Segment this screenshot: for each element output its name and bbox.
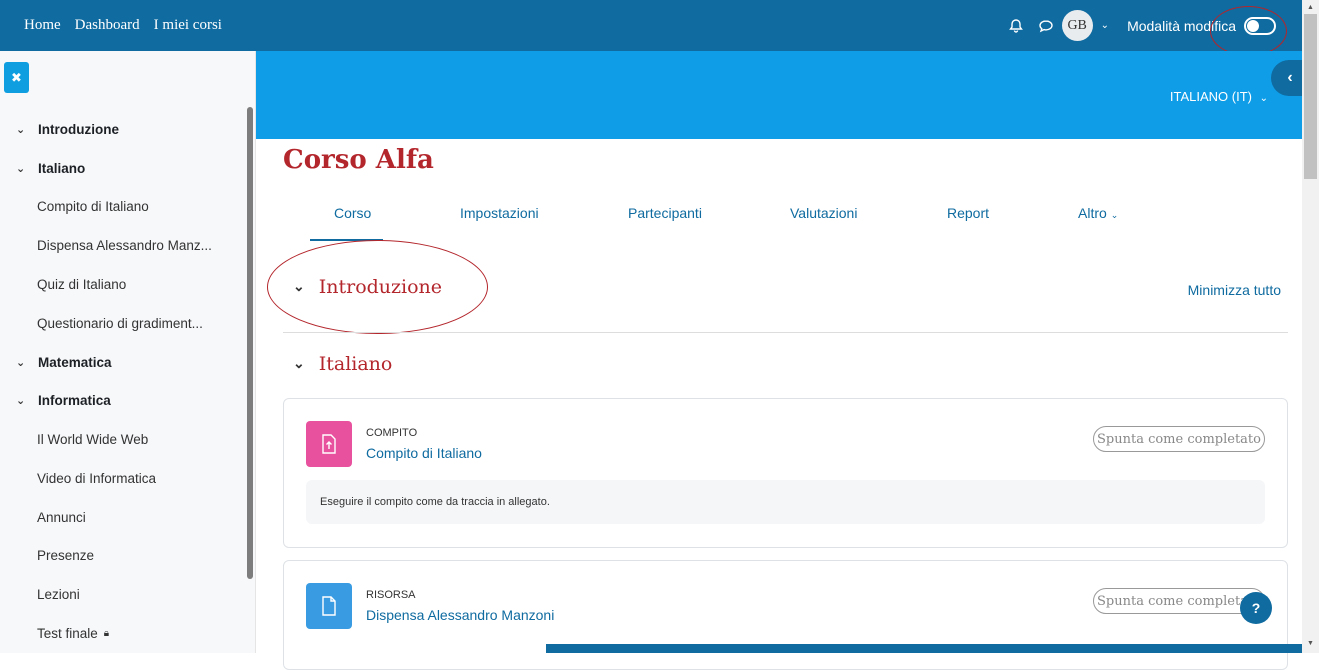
chevron-down-icon[interactable]: ⌄ (16, 394, 30, 407)
help-button[interactable]: ? (1240, 592, 1272, 624)
section-divider (283, 332, 1288, 333)
language-menu[interactable]: ITALIANO (IT) ⌄ (1170, 89, 1268, 104)
activity-link[interactable]: Compito di Italiano (366, 445, 482, 461)
sidebar-scrollbar[interactable] (247, 107, 253, 579)
sidebar-item-quiz[interactable]: Quiz di Italiano (37, 274, 126, 294)
sidebar-section-matematica[interactable]: ⌄ Matematica (16, 352, 112, 372)
nav-my-courses-link[interactable]: I miei corsi (154, 17, 222, 34)
sidebar-item-label: Compito di Italiano (37, 198, 149, 214)
activity-type: RISORSA (366, 589, 416, 601)
chevron-left-icon: ‹ (1287, 69, 1293, 86)
annotation-circle (1210, 6, 1287, 56)
tab-partecipanti[interactable]: Partecipanti (628, 205, 702, 221)
sidebar-item-www[interactable]: Il World Wide Web (37, 429, 148, 449)
sidebar-item-annunci[interactable]: Annunci (37, 507, 86, 527)
sidebar-item-dispensa[interactable]: Dispensa Alessandro Manz... (37, 235, 212, 255)
sidebar-item-presenze[interactable]: Presenze (37, 545, 94, 565)
scroll-up-icon[interactable]: ▲ (1307, 4, 1314, 11)
chevron-down-icon[interactable]: ⌄ (293, 356, 305, 372)
tab-altro[interactable]: Altro ⌄ (1078, 205, 1118, 221)
chevron-down-icon[interactable]: ⌄ (16, 123, 30, 136)
lock-icon: 🔒︎ (103, 627, 110, 639)
sidebar-item-label: Informatica (38, 392, 111, 408)
sidebar-item-test-finale[interactable]: Test finale 🔒︎ (37, 623, 109, 643)
activity-type: COMPITO (366, 427, 418, 439)
sidebar-item-label: Video di Informatica (37, 470, 157, 486)
avatar[interactable]: GB (1061, 10, 1093, 41)
chevron-down-icon: ⌄ (1259, 93, 1268, 104)
page-title: Corso Alfa (283, 145, 434, 175)
activity-description: Eseguire il compito come da traccia in a… (306, 480, 1265, 524)
tab-altro-label: Altro (1078, 205, 1107, 221)
chat-icon[interactable] (1038, 18, 1054, 34)
activity-card: RISORSA Dispensa Alessandro Manzoni Spun… (283, 560, 1288, 670)
annotation-circle (267, 240, 488, 334)
chevron-down-icon[interactable]: ⌄ (16, 356, 30, 369)
section-title: Italiano (318, 353, 393, 375)
secondary-navigation: Corso Impostazioni Partecipanti Valutazi… (256, 205, 1302, 241)
scroll-down-icon[interactable]: ▼ (1307, 640, 1314, 647)
course-index-drawer: ✖ ⌄ Introduzione ⌄ Italiano Compito di I… (0, 51, 256, 653)
close-icon: ✖ (11, 69, 22, 85)
description-text: Eseguire il compito come da traccia in a… (320, 496, 550, 508)
tab-valutazioni[interactable]: Valutazioni (790, 205, 857, 221)
file-icon[interactable] (306, 583, 352, 629)
sidebar-section-introduzione[interactable]: ⌄ Introduzione (16, 119, 119, 139)
sidebar-section-italiano[interactable]: ⌄ Italiano (16, 158, 85, 178)
sidebar-item-label: Lezioni (37, 586, 80, 602)
mark-complete-button[interactable]: Spunta come completato (1093, 426, 1265, 452)
tab-corso[interactable]: Corso (334, 205, 371, 221)
chevron-down-icon[interactable]: ⌄ (16, 162, 30, 175)
language-label: ITALIANO (IT) (1169, 89, 1252, 104)
footer-bar (546, 644, 1302, 653)
sidebar-item-label: Dispensa Alessandro Manz... (37, 237, 212, 253)
course-header-banner: ITALIANO (IT) ⌄ (256, 51, 1302, 139)
sidebar-section-informatica[interactable]: ⌄ Informatica (16, 390, 111, 410)
sidebar-item-label: Italiano (38, 160, 86, 176)
nav-home-link[interactable]: Home (24, 17, 61, 34)
bell-icon[interactable] (1008, 18, 1024, 34)
sidebar-item-label: Il World Wide Web (37, 431, 149, 447)
sidebar-item-label: Presenze (37, 547, 95, 563)
tab-report[interactable]: Report (947, 205, 989, 221)
chevron-down-icon[interactable]: ⌄ (1101, 20, 1109, 31)
scrollbar-thumb[interactable] (1304, 14, 1317, 179)
chevron-down-icon: ⌄ (1110, 210, 1119, 220)
section-heading-italiano[interactable]: ⌄ Italiano (293, 353, 392, 375)
sidebar-item-label: Quiz di Italiano (37, 276, 127, 292)
sidebar-item-compito[interactable]: Compito di Italiano (37, 196, 149, 216)
page-scrollbar[interactable]: ▲ ▼ (1302, 0, 1319, 653)
collapse-all-link[interactable]: Minimizza tutto (1188, 282, 1281, 298)
sidebar-item-video[interactable]: Video di Informatica (37, 468, 156, 488)
sidebar-item-label: Matematica (38, 354, 112, 370)
sidebar-item-label: Introduzione (38, 121, 119, 137)
close-drawer-button[interactable]: ✖ (4, 62, 29, 93)
sidebar-item-label: Annunci (37, 509, 86, 525)
activity-link[interactable]: Dispensa Alessandro Manzoni (366, 607, 554, 623)
activity-card: COMPITO Compito di Italiano Spunta come … (283, 398, 1288, 548)
top-navbar: Home Dashboard I miei corsi GB ⌄ Modalit… (0, 0, 1302, 51)
assignment-icon[interactable] (306, 421, 352, 467)
sidebar-item-questionario[interactable]: Questionario di gradiment... (37, 313, 203, 333)
sidebar-item-label: Questionario di gradiment... (37, 315, 203, 331)
sidebar-item-lezioni[interactable]: Lezioni (37, 584, 80, 604)
sidebar-item-label: Test finale (37, 625, 98, 641)
tab-impostazioni[interactable]: Impostazioni (460, 205, 539, 221)
nav-dashboard-link[interactable]: Dashboard (75, 17, 140, 34)
